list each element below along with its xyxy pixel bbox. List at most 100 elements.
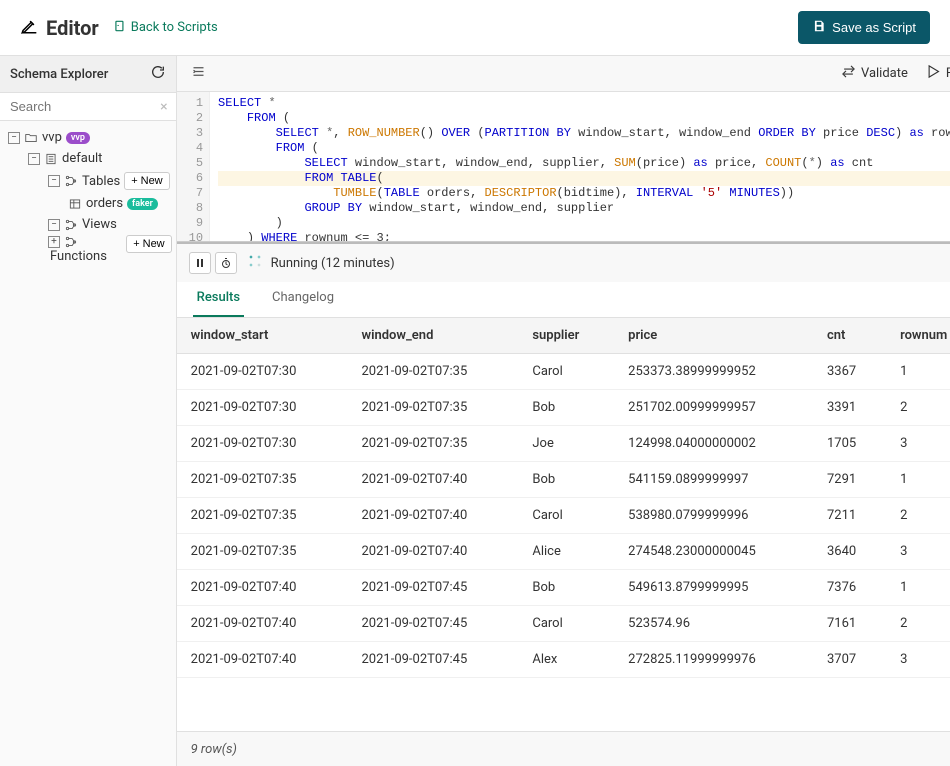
code-content[interactable]: SELECT * FROM ( SELECT *, ROW_NUMBER() O… <box>210 92 950 241</box>
validate-button[interactable]: Validate <box>841 64 908 83</box>
back-arrow-icon <box>113 19 127 37</box>
code-line[interactable]: SELECT * <box>218 96 950 111</box>
code-line[interactable]: FROM ( <box>218 141 950 156</box>
code-line[interactable]: FROM ( <box>218 111 950 126</box>
table-cell: 251702.00999999957 <box>614 390 813 426</box>
header-left: Editor Back to Scripts <box>20 16 218 40</box>
functions-icon <box>64 235 78 249</box>
tree-root-vvp[interactable]: − vvp vvp <box>4 127 172 148</box>
table-row[interactable]: 2021-09-02T07:302021-09-02T07:35Carol253… <box>177 354 950 390</box>
code-line[interactable]: SELECT window_start, window_end, supplie… <box>218 156 950 171</box>
collapse-icon[interactable]: − <box>48 219 60 231</box>
table-row[interactable]: 2021-09-02T07:302021-09-02T07:35Bob25170… <box>177 390 950 426</box>
column-header[interactable]: rownum <box>886 318 950 354</box>
stopwatch-button[interactable] <box>215 252 237 274</box>
save-icon <box>812 19 826 36</box>
code-line[interactable]: TUMBLE(TABLE orders, DESCRIPTOR(bidtime)… <box>218 186 950 201</box>
table-row[interactable]: 2021-09-02T07:402021-09-02T07:45Carol523… <box>177 606 950 642</box>
indent-icon[interactable] <box>191 68 206 83</box>
table-row[interactable]: 2021-09-02T07:352021-09-02T07:40Bob54115… <box>177 462 950 498</box>
column-header[interactable]: window_end <box>348 318 519 354</box>
table-cell: 272825.11999999976 <box>614 642 813 678</box>
column-header[interactable]: supplier <box>518 318 614 354</box>
code-line[interactable]: FROM TABLE( <box>218 171 950 186</box>
table-cell: 2021-09-02T07:40 <box>348 534 519 570</box>
column-header[interactable]: price <box>614 318 813 354</box>
collapse-icon[interactable]: − <box>28 153 40 165</box>
new-table-button[interactable]: + New <box>124 172 169 190</box>
table-cell: 3 <box>886 426 950 462</box>
search-box: × <box>0 93 176 121</box>
page-title: Editor <box>46 16 99 40</box>
code-line[interactable]: ) WHERE rownum <= 3; <box>218 231 950 241</box>
table-row[interactable]: 2021-09-02T07:352021-09-02T07:40Alice274… <box>177 534 950 570</box>
column-header[interactable]: cnt <box>813 318 886 354</box>
code-line[interactable]: ) <box>218 216 950 231</box>
run-icon <box>926 64 941 83</box>
table-cell: 3640 <box>813 534 886 570</box>
table-cell: 2021-09-02T07:35 <box>348 354 519 390</box>
back-to-scripts-link[interactable]: Back to Scripts <box>113 19 218 37</box>
table-cell: 2021-09-02T07:35 <box>348 390 519 426</box>
collapse-icon[interactable]: − <box>8 132 20 144</box>
table-cell: Alice <box>518 534 614 570</box>
expand-icon[interactable]: + <box>48 236 60 248</box>
results-footer: 9 row(s) <box>177 731 950 766</box>
table-cell: 523574.96 <box>614 606 813 642</box>
table-cell: 538980.0799999996 <box>614 498 813 534</box>
schema-explorer-header: Schema Explorer <box>0 56 176 93</box>
results-table: window_startwindow_endsupplierpricecntro… <box>177 318 950 678</box>
results-table-wrap[interactable]: window_startwindow_endsupplierpricecntro… <box>177 318 950 731</box>
row-count: 9 row(s) <box>191 742 237 757</box>
tree-default[interactable]: − default <box>4 148 172 169</box>
search-input[interactable] <box>0 93 176 120</box>
table-cell: Alex <box>518 642 614 678</box>
table-cell: 2021-09-02T07:40 <box>177 606 348 642</box>
tree-table-orders[interactable]: orders faker <box>4 193 172 214</box>
refresh-icon[interactable] <box>150 64 166 84</box>
table-cell: 7376 <box>813 570 886 606</box>
tree-tables[interactable]: − Tables + New <box>4 169 172 193</box>
table-row[interactable]: 2021-09-02T07:402021-09-02T07:45Alex2728… <box>177 642 950 678</box>
column-header[interactable]: window_start <box>177 318 348 354</box>
table-cell: 2021-09-02T07:45 <box>348 570 519 606</box>
clear-search-icon[interactable]: × <box>160 99 167 115</box>
table-cell: Bob <box>518 390 614 426</box>
tab-results[interactable]: Results <box>193 282 244 317</box>
tab-changelog[interactable]: Changelog <box>268 282 338 317</box>
tree-functions[interactable]: + Functions + New <box>4 235 172 264</box>
table-cell: 3367 <box>813 354 886 390</box>
vvp-badge: vvp <box>66 132 90 144</box>
tree-views[interactable]: − Views <box>4 214 172 235</box>
toolbar-left <box>191 64 206 83</box>
line-gutter: 12345678910 <box>177 92 210 241</box>
table-cell: 2021-09-02T07:40 <box>348 462 519 498</box>
collapse-icon[interactable]: − <box>48 175 60 187</box>
table-cell: Bob <box>518 570 614 606</box>
code-line[interactable]: GROUP BY window_start, window_end, suppl… <box>218 201 950 216</box>
table-cell: 1705 <box>813 426 886 462</box>
table-cell: 2021-09-02T07:30 <box>177 390 348 426</box>
table-row[interactable]: 2021-09-02T07:352021-09-02T07:40Carol538… <box>177 498 950 534</box>
results-panel: Running (12 minutes) ✕ Results Changelog… <box>177 242 950 766</box>
schema-tree: − vvp vvp − default − Tables + New <box>0 121 176 270</box>
sql-editor[interactable]: 12345678910 SELECT * FROM ( SELECT *, RO… <box>177 92 950 242</box>
views-icon <box>64 218 78 232</box>
validate-icon <box>841 64 856 83</box>
table-cell: 549613.8799999995 <box>614 570 813 606</box>
new-function-button[interactable]: + New <box>126 235 171 253</box>
table-cell: 2021-09-02T07:35 <box>177 462 348 498</box>
run-button[interactable]: Run <box>926 64 950 83</box>
code-line[interactable]: SELECT *, ROW_NUMBER() OVER (PARTITION B… <box>218 126 950 141</box>
close-results-button[interactable]: ✕ <box>945 254 950 273</box>
table-cell: 2021-09-02T07:45 <box>348 642 519 678</box>
table-row[interactable]: 2021-09-02T07:402021-09-02T07:45Bob54961… <box>177 570 950 606</box>
editor-toolbar: Validate Run <box>177 56 950 92</box>
table-cell: 1 <box>886 570 950 606</box>
pause-button[interactable] <box>189 252 211 274</box>
table-row[interactable]: 2021-09-02T07:302021-09-02T07:35Joe12499… <box>177 426 950 462</box>
table-icon <box>68 197 82 211</box>
table-cell: 2021-09-02T07:45 <box>348 606 519 642</box>
table-cell: Joe <box>518 426 614 462</box>
save-as-script-button[interactable]: Save as Script <box>798 11 930 44</box>
